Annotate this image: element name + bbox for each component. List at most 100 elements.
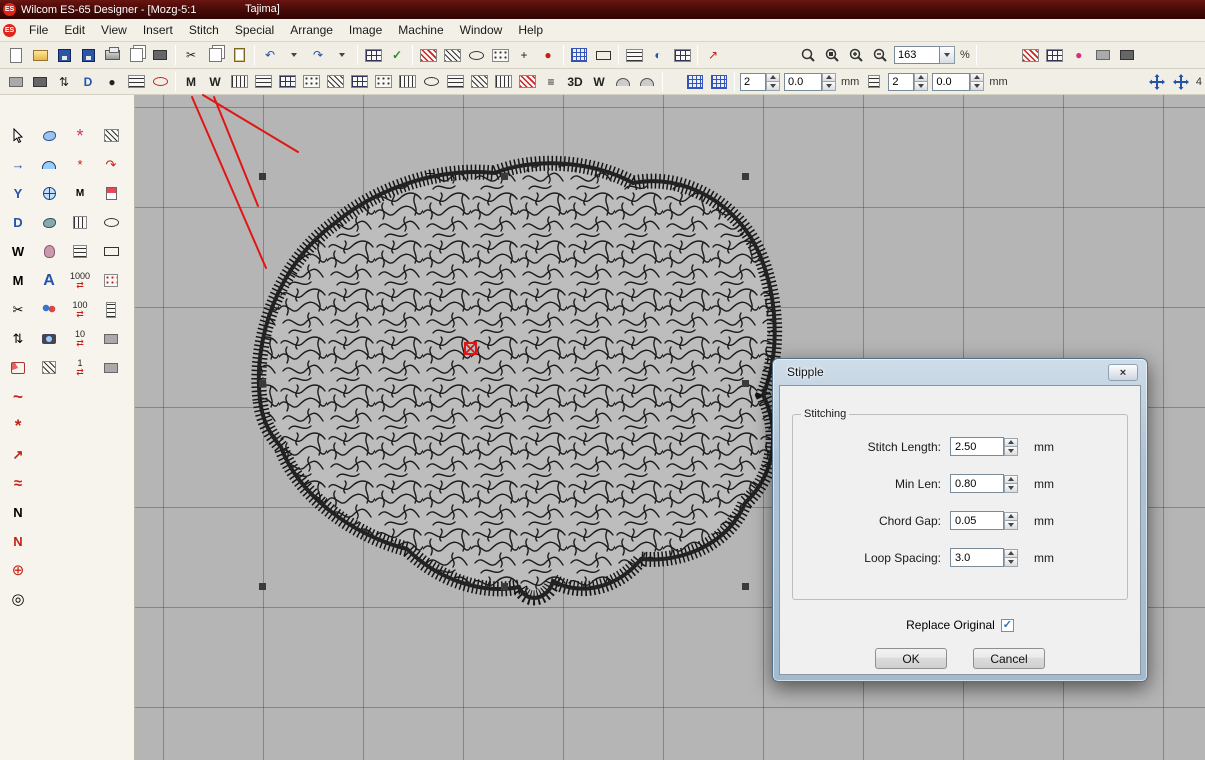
ripple-fill-icon[interactable] <box>420 72 442 92</box>
save-all-icon[interactable] <box>77 45 99 65</box>
fancy-fill-icon[interactable] <box>372 72 394 92</box>
wave-effect-icon[interactable]: W <box>588 72 610 92</box>
col-count-up-button[interactable] <box>914 73 928 83</box>
tool-run-stitch[interactable] <box>98 268 124 293</box>
stitch-length-input[interactable] <box>950 437 1004 456</box>
menu-help[interactable]: Help <box>510 20 551 40</box>
3d-effect-icon[interactable]: 3D <box>564 72 586 92</box>
print-icon[interactable] <box>101 45 123 65</box>
zoom-dropdown-button[interactable] <box>940 46 955 64</box>
options-icon[interactable] <box>1116 45 1138 65</box>
tool-ellipse[interactable] <box>98 210 124 235</box>
redo-dropdown-icon[interactable] <box>331 45 353 65</box>
backstitch-icon[interactable] <box>492 72 514 92</box>
tool-zigzag-input[interactable]: M <box>67 181 93 206</box>
travel-1-stitch[interactable]: 1⇄ <box>67 355 93 380</box>
e-stitch-icon[interactable] <box>228 72 250 92</box>
chord-gap-up-button[interactable] <box>1004 512 1018 522</box>
tool-columns[interactable] <box>67 210 93 235</box>
tool-curve-run[interactable]: ~ <box>5 384 31 409</box>
show-grid-icon[interactable] <box>568 45 590 65</box>
zoom-input[interactable] <box>894 46 940 64</box>
menu-insert[interactable]: Insert <box>135 20 181 40</box>
tool-zigzag-w[interactable]: W <box>5 239 31 264</box>
artistic-view-icon[interactable] <box>29 72 51 92</box>
outline-run-icon[interactable] <box>468 72 490 92</box>
outline-ellipse-icon[interactable] <box>465 45 487 65</box>
tool-polyline[interactable]: N <box>5 500 31 525</box>
zoom-in-icon[interactable] <box>845 45 867 65</box>
satin-stitch-icon[interactable]: M <box>180 72 202 92</box>
tool-bean-stitch[interactable] <box>36 210 62 235</box>
density-icon[interactable]: ⇅ <box>53 72 75 92</box>
selection-handle-top-left[interactable] <box>259 173 266 180</box>
row-count-up-button[interactable] <box>766 73 780 83</box>
offset-b-up-button[interactable] <box>970 73 984 83</box>
background-icon[interactable] <box>1092 45 1114 65</box>
save-design-icon[interactable] <box>53 45 75 65</box>
loop-spacing-up-button[interactable] <box>1004 549 1018 559</box>
tatami-fill-icon[interactable] <box>252 72 274 92</box>
tool-ladder[interactable] <box>98 297 124 322</box>
tool-digitize-d[interactable]: D <box>5 210 31 235</box>
chord-gap-down-button[interactable] <box>1004 521 1018 530</box>
tool-fan[interactable] <box>5 355 31 380</box>
selection-handle-bottom-center[interactable] <box>501 583 508 590</box>
menu-image[interactable]: Image <box>341 20 390 40</box>
menu-special[interactable]: Special <box>227 20 282 40</box>
keyboard-layout-icon[interactable] <box>125 72 147 92</box>
menu-stitch[interactable]: Stitch <box>181 20 227 40</box>
insert-design-icon[interactable] <box>362 45 384 65</box>
stipple-run-icon[interactable] <box>149 72 171 92</box>
selection-handle-mid-right[interactable] <box>742 380 749 387</box>
tool-photo[interactable] <box>36 326 62 351</box>
selection-handle-bottom-left[interactable] <box>259 583 266 590</box>
object-properties-icon[interactable] <box>1020 45 1042 65</box>
pin-icon[interactable]: ● <box>537 45 559 65</box>
tool-squiggle[interactable]: N <box>5 529 31 554</box>
fill-grid-a-icon[interactable] <box>684 72 706 92</box>
menu-machine[interactable]: Machine <box>390 20 451 40</box>
col-count-down-button[interactable] <box>914 82 928 91</box>
tool-open-object[interactable]: → <box>5 152 31 177</box>
travel-100-stitches[interactable]: 100⇄ <box>67 297 93 322</box>
new-design-icon[interactable] <box>5 45 27 65</box>
menu-view[interactable]: View <box>93 20 135 40</box>
selection-handle-top-right[interactable] <box>742 173 749 180</box>
open-design-icon[interactable] <box>29 45 51 65</box>
chord-gap-input[interactable] <box>950 511 1004 530</box>
tool-lettering[interactable]: A <box>36 268 62 293</box>
offset-a-input[interactable] <box>784 73 822 91</box>
col-count-input[interactable] <box>888 73 914 91</box>
tool-globe[interactable] <box>36 181 62 206</box>
travel-10-stitches[interactable]: 10⇄ <box>67 326 93 351</box>
zoom-1-1-icon[interactable] <box>797 45 819 65</box>
stitch-length-down-button[interactable] <box>1004 447 1018 456</box>
offset-a-down-button[interactable] <box>822 82 836 91</box>
effects-icon[interactable] <box>1044 45 1066 65</box>
tool-steps[interactable] <box>67 239 93 264</box>
selection-handle-mid-left[interactable] <box>259 380 266 387</box>
dome-a-icon[interactable] <box>612 72 634 92</box>
tool-branching[interactable]: Y <box>5 181 31 206</box>
overview-window-icon[interactable] <box>623 45 645 65</box>
undo-dropdown-icon[interactable] <box>283 45 305 65</box>
letter-d-icon[interactable]: D <box>77 72 99 92</box>
min-len-down-button[interactable] <box>1004 484 1018 493</box>
zoom-out-icon[interactable] <box>869 45 891 65</box>
loop-spacing-input[interactable] <box>950 548 1004 567</box>
tool-rectangle[interactable] <box>98 239 124 264</box>
paste-icon[interactable] <box>228 45 250 65</box>
tool-closed-object[interactable] <box>36 152 62 177</box>
undo-icon[interactable]: ↶ <box>259 45 281 65</box>
weave-fill-icon[interactable] <box>396 72 418 92</box>
travel-1000-stitches[interactable]: 1000⇄ <box>67 268 93 293</box>
menu-file[interactable]: File <box>21 20 56 40</box>
dialog-close-button[interactable]: × <box>1108 364 1138 381</box>
export-machine-file-icon[interactable] <box>149 45 171 65</box>
tool-coil[interactable]: ◎ <box>5 587 31 612</box>
ruler-icon[interactable] <box>863 72 885 92</box>
selection-handle-bottom-right[interactable] <box>742 583 749 590</box>
tool-dotted-outline[interactable] <box>36 355 62 380</box>
menu-edit[interactable]: Edit <box>56 20 93 40</box>
